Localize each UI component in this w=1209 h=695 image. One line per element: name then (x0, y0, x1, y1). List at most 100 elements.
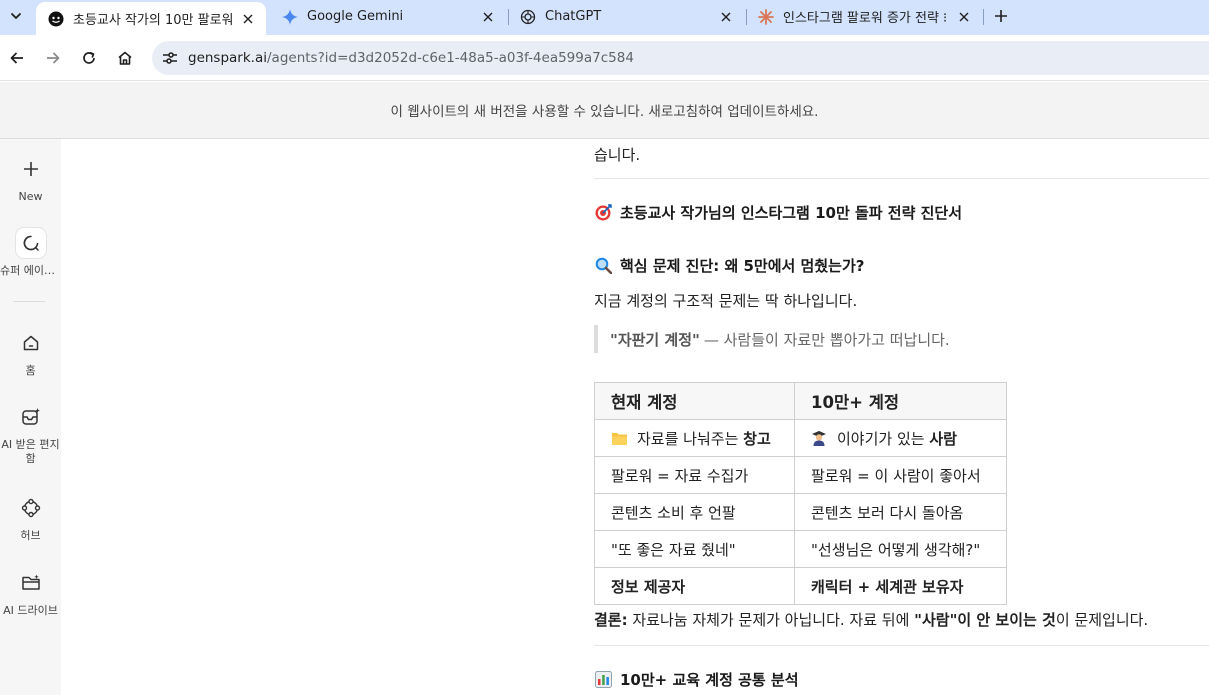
table-header-row: 현재 계정 10만+ 계정 (594, 382, 1007, 420)
heading-text: 핵심 문제 진단: 왜 5만에서 멈췄는가? (620, 257, 865, 275)
sidebar-item-label: New (18, 190, 43, 203)
tab-strip: 초등교사 작가의 10만 팔로워 ⁝ Google Gemini ChatGPT… (0, 0, 1209, 35)
url-path: /agents?id=d3d2052d-c6e1-48a5-a03f-4ea59… (267, 50, 634, 66)
conclusion: 결론: 자료나눔 자체가 문제가 아닙니다. 자료 뒤에 "사람"이 안 보이는… (594, 609, 1148, 630)
sidebar-item-label: 슈퍼 에이전트 (0, 264, 61, 277)
home-icon[interactable] (113, 46, 137, 70)
table-cell: 자료를 나눠주는 창고 (594, 419, 795, 457)
inbox-sparkle-icon (16, 402, 46, 432)
table-cell: 팔로워 = 이 사람이 좋아서 (794, 456, 1007, 494)
divider (594, 645, 1209, 646)
graduate-emoji-icon (811, 430, 829, 446)
conclusion-label: 결론: (594, 611, 628, 629)
heading-analysis: 10만+ 교육 계정 공통 분석 (594, 669, 799, 690)
table-cell: "선생님은 어떻게 생각해?" (794, 530, 1007, 568)
table-cell: 콘텐츠 보러 다시 돌아옴 (794, 493, 1007, 531)
tab-search-chevron-icon[interactable] (6, 6, 26, 26)
table-header: 10만+ 계정 (794, 382, 1007, 420)
table-cell: "또 좋은 자료 줬네" (594, 530, 795, 568)
paragraph: 지금 계정의 구조적 문제는 딱 하나입니다. (594, 292, 858, 310)
close-icon[interactable] (716, 7, 736, 27)
cell-bold: 사람 (929, 429, 957, 448)
search-chat-icon (15, 228, 46, 258)
genspark-face-icon (48, 11, 64, 27)
blockquote: "자판기 계정" — 사람들이 자료만 뽑아가고 떠납니다. (594, 325, 950, 353)
conclusion-bold: "사람"이 안 보이는 것 (914, 611, 1056, 629)
leading-text: 습니다. (594, 146, 641, 164)
divider (594, 178, 1209, 179)
sidebar-item-hub[interactable]: 허브 (0, 493, 61, 543)
reload-icon[interactable] (77, 46, 101, 70)
bar-chart-icon (594, 671, 612, 689)
sidebar-item-label: AI 받은 편지함 (1, 438, 60, 465)
tab-genspark[interactable]: 초등교사 작가의 10만 팔로워 ⁝ (36, 2, 266, 35)
tab-gemini[interactable]: Google Gemini (270, 0, 506, 33)
site-settings-icon[interactable] (160, 48, 180, 68)
home-icon (16, 328, 46, 358)
claude-burst-icon (758, 8, 774, 25)
table-row: 정보 제공자 캐릭터 + 세계관 보유자 (594, 567, 1007, 605)
table-header: 현재 계정 (594, 382, 795, 420)
heading-diagnosis: 핵심 문제 진단: 왜 5만에서 멈췄는가? (594, 255, 864, 276)
sidebar-item-label: AI 드라이브 (3, 604, 58, 617)
close-icon[interactable] (238, 9, 258, 29)
table-cell: 캐릭터 + 세계관 보유자 (794, 567, 1007, 605)
sidebar-item-super-agent[interactable]: 슈퍼 에이전트 (0, 228, 61, 278)
cell-bold: 캐릭터 + 세계관 보유자 (811, 577, 964, 596)
table-cell: 팔로워 = 자료 수집가 (594, 456, 795, 494)
sidebar-divider (13, 301, 45, 302)
sidebar: New 슈퍼 에이전트 홈 AI 받은 편지함 허브 AI 드라이브 (0, 139, 61, 695)
cell-text: 자료를 나눠주는 (637, 429, 744, 448)
tab-separator (983, 9, 984, 25)
url-host: genspark.ai (188, 50, 267, 66)
sidebar-item-ai-inbox[interactable]: AI 받은 편지함 (0, 402, 61, 466)
quote-text: — 사람들이 자료만 뽑아가고 떠납니다. (703, 330, 950, 349)
cell-bold: 창고 (743, 429, 771, 448)
sidebar-item-home[interactable]: 홈 (0, 328, 61, 378)
url-text: genspark.ai/agents?id=d3d2052d-c6e1-48a5… (188, 50, 634, 66)
magnifier-icon (594, 257, 612, 275)
plus-icon (16, 154, 46, 184)
tab-title: 초등교사 작가의 10만 팔로워 ⁝ (73, 13, 238, 28)
browser-toolbar: genspark.ai/agents?id=d3d2052d-c6e1-48a5… (0, 35, 1209, 81)
chatgpt-knot-icon (520, 9, 536, 25)
chat-content: 습니다. 초등교사 작가님의 인스타그램 10만 돌파 전략 진단서 핵심 문제… (594, 139, 1209, 695)
back-icon[interactable] (5, 46, 29, 70)
sidebar-item-new[interactable]: New (0, 154, 61, 204)
cell-text: 이야기가 있는 (837, 429, 930, 448)
update-banner[interactable]: 이 웹사이트의 새 버전을 사용할 수 있습니다. 새로고침하여 업데이트하세요… (0, 82, 1209, 139)
table-row: 팔로워 = 자료 수집가 팔로워 = 이 사람이 좋아서 (594, 456, 1007, 494)
sidebar-item-label: 허브 (20, 529, 41, 542)
tab-title: Google Gemini (307, 9, 404, 24)
gemini-star-icon (282, 8, 298, 25)
target-icon (594, 204, 612, 222)
heading-text: 10만+ 교육 계정 공통 분석 (620, 671, 799, 689)
tab-title: ChatGPT (545, 9, 602, 24)
comparison-table: 현재 계정 10만+ 계정 자료를 나눠주는 창고 이야기가 있는 사람 팔로워… (594, 382, 1007, 605)
table-cell: 정보 제공자 (594, 567, 795, 605)
heading-strategy: 초등교사 작가님의 인스타그램 10만 돌파 전략 진단서 (594, 202, 962, 223)
heading-text: 초등교사 작가님의 인스타그램 10만 돌파 전략 진단서 (620, 204, 963, 222)
folder-emoji-icon (611, 431, 629, 447)
close-icon[interactable] (954, 7, 974, 27)
sidebar-item-label: 홈 (25, 364, 36, 377)
quote-bold: "자판기 계정" (610, 330, 700, 349)
cell-bold: 정보 제공자 (611, 577, 686, 596)
hub-icon (16, 493, 46, 523)
update-banner-text: 이 웹사이트의 새 버전을 사용할 수 있습니다. 새로고침하여 업데이트하세요… (390, 104, 819, 120)
new-tab-icon[interactable] (990, 5, 1012, 27)
tab-title: 인스타그램 팔로워 증가 전략 ⁝ (783, 11, 948, 26)
table-cell: 이야기가 있는 사람 (794, 419, 1007, 457)
table-row: 콘텐츠 소비 후 언팔 콘텐츠 보러 다시 돌아옴 (594, 493, 1007, 531)
close-icon[interactable] (478, 7, 498, 27)
table-cell: 콘텐츠 소비 후 언팔 (594, 493, 795, 531)
forward-icon[interactable] (41, 46, 65, 70)
sidebar-item-ai-drive[interactable]: AI 드라이브 (0, 568, 61, 618)
tab-claude[interactable]: 인스타그램 팔로워 증가 전략 ⁝ (746, 0, 982, 33)
conclusion-text: 자료나눔 자체가 문제가 아닙니다. 자료 뒤에 (627, 611, 915, 629)
table-row: 자료를 나눠주는 창고 이야기가 있는 사람 (594, 419, 1007, 457)
address-bar[interactable]: genspark.ai/agents?id=d3d2052d-c6e1-48a5… (152, 41, 1209, 75)
folder-icon (16, 568, 46, 598)
table-row: "또 좋은 자료 줬네" "선생님은 어떻게 생각해?" (594, 530, 1007, 568)
tab-chatgpt[interactable]: ChatGPT (508, 0, 744, 33)
